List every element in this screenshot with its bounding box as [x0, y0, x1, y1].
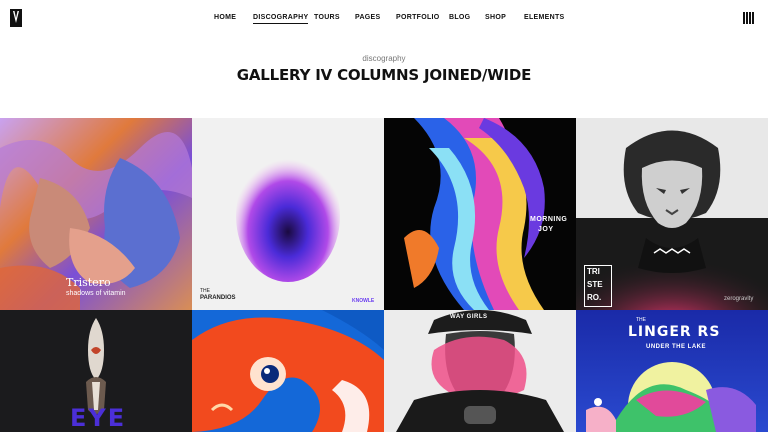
album-tile-triste-ro[interactable]: TRI STE RO. zerogravity [576, 118, 768, 310]
nav-elements[interactable]: ELEMENTS [524, 14, 565, 21]
album-tile-eye[interactable]: EYE [0, 310, 192, 432]
album-tile-tristero[interactable]: Tristero shadows of vitamin [0, 118, 192, 310]
album-subtitle: shadows of vitamin [66, 290, 126, 297]
album-title: LINGER RS [628, 324, 721, 340]
nav-home[interactable]: HOME [214, 14, 236, 21]
page-title: GALLERY IV COLUMNS JOINED/WIDE [236, 66, 532, 84]
nav-pages[interactable]: PAGES [355, 14, 381, 21]
album-title: EYE [70, 404, 127, 432]
album-title-2: JOY [538, 226, 554, 233]
album-tile-morning-joy[interactable]: MORNING JOY [384, 118, 576, 310]
album-title-2: STE [587, 280, 603, 289]
site-header: HOME DISCOGRAPHY TOURS PAGES PORTFOLIO B… [0, 0, 768, 36]
hamburger-menu-icon[interactable] [743, 12, 755, 24]
nav-tours[interactable]: TOURS [314, 14, 340, 21]
album-subtitle: UNDER THE LAKE [646, 344, 707, 350]
main-nav: HOME DISCOGRAPHY TOURS PAGES PORTFOLIO B… [0, 14, 768, 26]
album-tile-the-lingerers[interactable]: THE LINGER RS UNDER THE LAKE [576, 310, 768, 432]
album-tile-the-parandios[interactable]: THE PARANDIOS KNOWLE [192, 118, 384, 310]
album-title: MORNING [530, 216, 568, 223]
album-title-small: THE [636, 317, 646, 323]
album-tile-fish-art[interactable] [192, 310, 384, 432]
gallery-grid: Tristero shadows of vitamin THE PARANDIO… [0, 118, 768, 432]
album-title: PARANDIOS [200, 295, 236, 301]
nav-discography[interactable]: DISCOGRAPHY [253, 14, 309, 24]
album-label: KNOWLE [352, 298, 375, 304]
album-title: WAY GIRLS [450, 314, 488, 320]
nav-blog[interactable]: BLOG [449, 14, 470, 21]
nav-portfolio[interactable]: PORTFOLIO [396, 14, 440, 21]
album-title-3: RO. [587, 293, 602, 302]
album-label: zerogravity [724, 296, 754, 302]
album-tile-portrait-hat[interactable]: WAY GIRLS [384, 310, 576, 432]
album-title-small: THE [200, 288, 210, 294]
page-eyebrow: discography [362, 54, 406, 63]
nav-shop[interactable]: SHOP [485, 14, 506, 21]
album-title: Tristero [66, 276, 111, 289]
album-title-1: TRI [587, 267, 600, 276]
